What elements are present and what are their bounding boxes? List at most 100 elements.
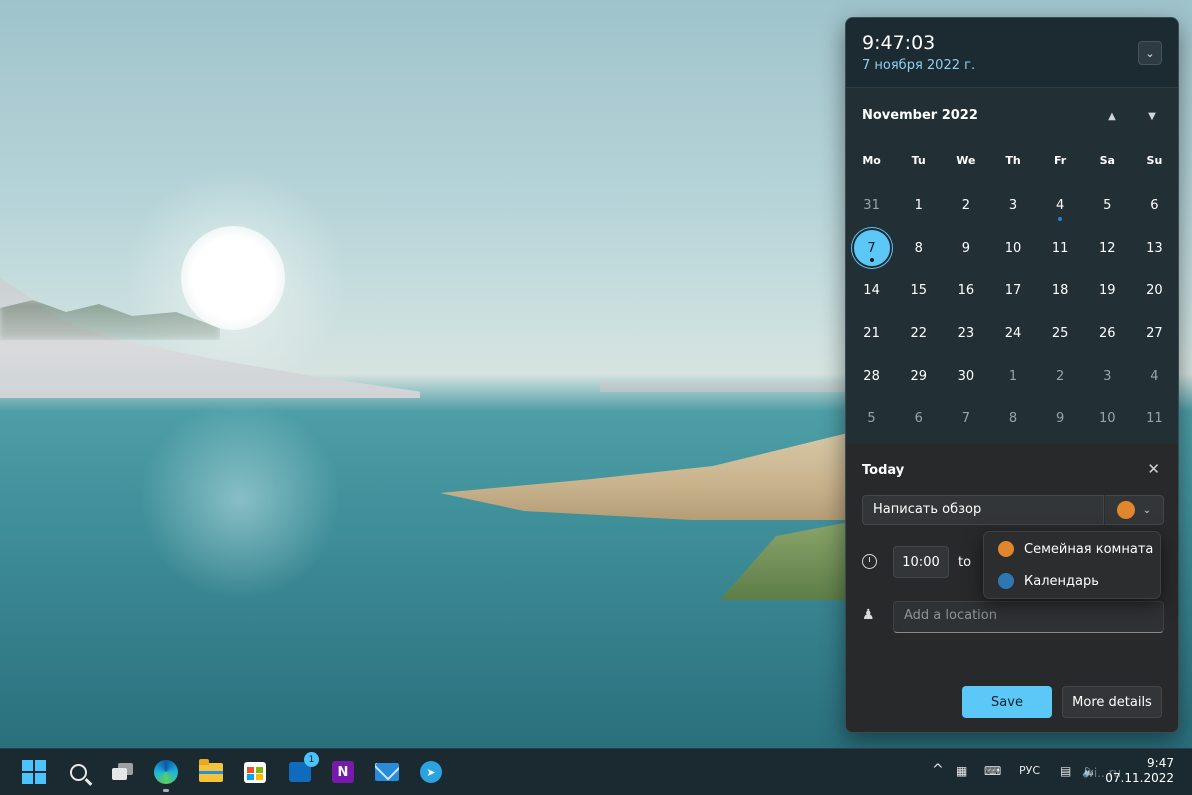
day-cell[interactable]: 6 (1131, 184, 1178, 227)
weekday-label: Mo (862, 154, 881, 167)
calendar-option[interactable]: Семейная комната (998, 541, 1153, 557)
location-input[interactable]: Add a location (893, 601, 1164, 633)
store-button[interactable] (242, 759, 268, 785)
calendar-selector[interactable]: ⌄ (1104, 495, 1164, 525)
previous-month-button[interactable]: ▲ (1102, 106, 1122, 126)
day-cell[interactable]: 1 (895, 184, 942, 227)
day-cell[interactable]: 10 (1084, 397, 1131, 440)
chevron-down-icon: ⌄ (1145, 46, 1155, 60)
green-grass (720, 520, 860, 600)
event-name-input[interactable]: Написать обзор (862, 495, 1104, 525)
day-cell[interactable]: 17 (989, 269, 1036, 312)
next-month-button[interactable]: ▼ (1142, 106, 1162, 126)
day-cell[interactable]: 4 (1131, 355, 1178, 398)
network-icon[interactable]: ▤ (1060, 764, 1071, 778)
day-cell[interactable]: 12 (1084, 227, 1131, 270)
day-cell-today[interactable]: 7 (848, 227, 895, 270)
day-cell[interactable]: 10 (989, 227, 1036, 270)
clock-date[interactable]: 7 ноября 2022 г. (862, 58, 975, 73)
day-cell[interactable]: 8 (989, 397, 1036, 440)
day-cell[interactable]: 21 (848, 312, 895, 355)
onenote-button[interactable]: N (330, 759, 356, 785)
day-cell[interactable]: 25 (1037, 312, 1084, 355)
telegram-button[interactable]: ➤ (418, 759, 444, 785)
day-cell[interactable]: 7 (942, 397, 989, 440)
grass-shore (440, 430, 860, 520)
day-cell[interactable]: 9 (942, 227, 989, 270)
calendar-option-label: Семейная комната (1024, 541, 1154, 557)
close-event-button[interactable]: ✕ (1147, 460, 1160, 478)
outlook-button[interactable]: 1 (287, 752, 319, 785)
day-cell[interactable]: 11 (1037, 227, 1084, 270)
calendar-dropdown-menu: Семейная комната Календарь (983, 531, 1161, 599)
edge-icon (154, 760, 178, 784)
start-icon (22, 760, 46, 784)
day-cell[interactable]: 16 (942, 269, 989, 312)
day-cell[interactable]: 29 (895, 355, 942, 398)
collapse-button[interactable]: ⌄ (1138, 41, 1162, 65)
day-cell[interactable]: 23 (942, 312, 989, 355)
task-view-button[interactable] (110, 759, 136, 785)
start-button[interactable] (21, 759, 47, 785)
day-cell[interactable]: 15 (895, 269, 942, 312)
day-cell[interactable]: 2 (1037, 355, 1084, 398)
day-cell[interactable]: 26 (1084, 312, 1131, 355)
day-cell[interactable]: 30 (942, 355, 989, 398)
show-hidden-icons-button[interactable]: ^ (932, 762, 944, 778)
day-cell[interactable]: 24 (989, 312, 1036, 355)
calendar-flyout: 9:47:03 7 ноября 2022 г. ⌄ November 2022… (845, 17, 1179, 733)
day-cell[interactable]: 20 (1131, 269, 1178, 312)
clock-icon (862, 554, 877, 569)
day-cell[interactable]: 27 (1131, 312, 1178, 355)
weekday-header: Mo Tu We Th Fr Sa Su (848, 154, 1178, 167)
file-explorer-button[interactable] (198, 758, 224, 785)
day-cell[interactable]: 11 (1131, 397, 1178, 440)
clock-time: 9:47:03 (862, 32, 936, 54)
store-icon (244, 761, 266, 783)
weekday-label: Sa (1099, 154, 1115, 167)
keyboard-layout-icon[interactable]: ▦ (956, 764, 967, 778)
touch-keyboard-icon[interactable]: ⌨ (984, 764, 1001, 778)
edge-taskbar-button[interactable] (153, 759, 179, 785)
day-cell[interactable]: 5 (1084, 184, 1131, 227)
day-cell[interactable]: 22 (895, 312, 942, 355)
sun (181, 226, 285, 330)
chevron-down-icon: ⌄ (1142, 504, 1152, 516)
notification-badge: 1 (304, 752, 319, 767)
day-cell[interactable]: 19 (1084, 269, 1131, 312)
weekday-label: Su (1146, 154, 1163, 167)
calendar-grid-section: November 2022 ▲ ▼ Mo Tu We Th Fr Sa Su 3… (846, 88, 1178, 444)
day-cell[interactable]: 31 (848, 184, 895, 227)
day-cell[interactable]: 28 (848, 355, 895, 398)
day-cell[interactable]: 5 (848, 397, 895, 440)
day-cell[interactable]: 18 (1037, 269, 1084, 312)
weekday-label: Fr (1054, 154, 1067, 167)
mail-button[interactable] (374, 759, 400, 785)
more-details-button[interactable]: More details (1062, 686, 1162, 718)
search-button[interactable] (65, 759, 91, 785)
calendar-option[interactable]: Календарь (998, 573, 1099, 589)
day-cell[interactable]: 3 (989, 184, 1036, 227)
day-cell[interactable]: 8 (895, 227, 942, 270)
input-language-indicator[interactable]: РУС (1019, 764, 1040, 777)
telegram-icon: ➤ (420, 761, 442, 783)
start-time-field[interactable]: 10:00 (893, 546, 949, 578)
day-cell[interactable]: 2 (942, 184, 989, 227)
triangle-up-icon: ▲ (1108, 110, 1116, 122)
day-cell[interactable]: 1 (989, 355, 1036, 398)
day-grid: 31 1 2 3 4 5 6 7 8 9 10 11 12 13 14 15 1… (848, 184, 1178, 440)
day-cell[interactable]: 3 (1084, 355, 1131, 398)
day-cell[interactable]: 13 (1131, 227, 1178, 270)
watermark-text: wi...ru (1084, 766, 1122, 780)
day-cell[interactable]: 14 (848, 269, 895, 312)
weekday-label: Tu (911, 154, 926, 167)
day-cell[interactable]: 6 (895, 397, 942, 440)
event-panel-heading: Today (862, 463, 905, 478)
save-button[interactable]: Save (962, 686, 1052, 718)
day-cell[interactable]: 9 (1037, 397, 1084, 440)
running-indicator (163, 789, 169, 792)
weekday-label: Th (1005, 154, 1021, 167)
weekday-label: We (956, 154, 976, 167)
month-label[interactable]: November 2022 (862, 108, 978, 123)
day-cell-with-event[interactable]: 4 (1037, 184, 1084, 227)
